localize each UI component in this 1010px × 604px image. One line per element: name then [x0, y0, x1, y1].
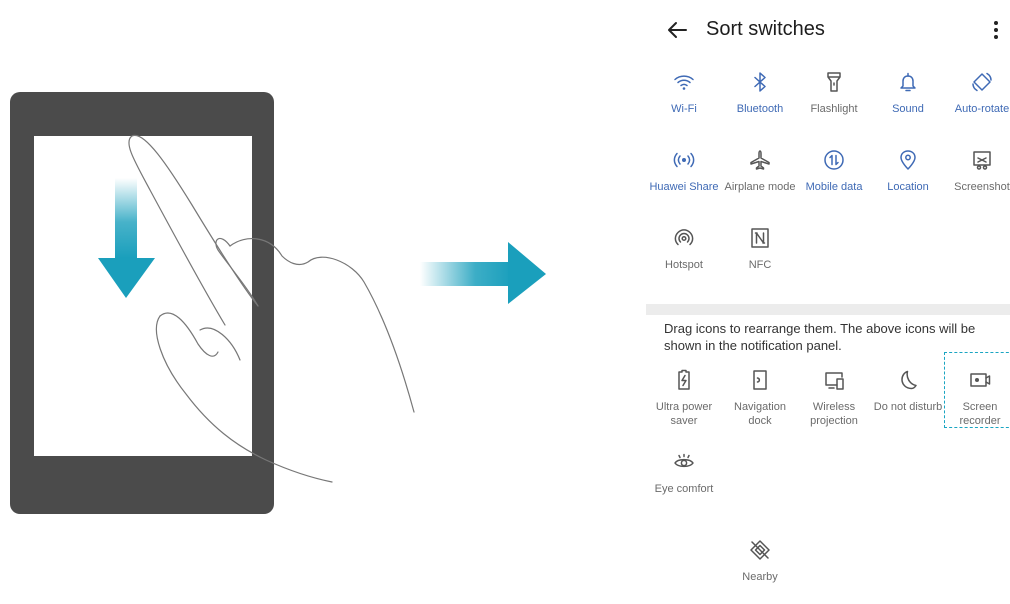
tablet-device: [10, 92, 274, 514]
switch-tile-airplane-mode[interactable]: Airplane mode: [722, 148, 798, 194]
switch-tile-wireless-projection[interactable]: Wireless projection: [796, 368, 872, 428]
switch-label: Wi-Fi: [671, 103, 697, 115]
page-title: Sort switches: [706, 18, 825, 40]
back-arrow-icon[interactable]: [664, 16, 692, 44]
navigation-dock-icon: [753, 370, 767, 390]
hotspot-icon: [674, 229, 694, 246]
switch-label: Eye comfort: [654, 483, 714, 495]
auto-rotate-icon: [972, 72, 992, 92]
right-arrow: [420, 242, 546, 304]
airplane-icon: [750, 150, 770, 170]
wifi-icon: [674, 75, 694, 90]
app-bar: Sort switches: [646, 0, 1010, 60]
swipe-down-illustration: [10, 92, 546, 514]
switch-label: Location: [887, 181, 929, 193]
switch-tile-huawei-share[interactable]: Huawei Share: [646, 148, 722, 194]
switch-label: Bluetooth: [736, 103, 784, 115]
switch-label: Screenshot: [954, 181, 1010, 193]
switch-tile-wi-fi[interactable]: Wi-Fi: [646, 70, 722, 116]
switch-label: Hotspot: [665, 259, 703, 271]
switch-label: Auto-rotate: [954, 103, 1010, 115]
screen-recorder-highlight: [944, 352, 1010, 428]
bell-icon: [900, 72, 916, 92]
mobile-data-icon: [824, 150, 844, 170]
switch-label: Huawei Share: [649, 181, 719, 193]
switch-tile-screenshot[interactable]: Screenshot: [944, 148, 1010, 194]
sort-switches-screen: Sort switches Wi-Fi Bluetooth Flashlight So…: [646, 0, 1010, 604]
nearby-icon: [750, 540, 770, 560]
switch-label: Sound: [892, 103, 924, 115]
switch-label: Airplane mode: [724, 181, 796, 193]
switch-tile-auto-rotate[interactable]: Auto-rotate: [944, 70, 1010, 116]
switch-label: NFC: [748, 259, 772, 271]
switch-label: Mobile data: [805, 181, 863, 193]
switch-tile-sound[interactable]: Sound: [870, 70, 946, 116]
flashlight-icon: [827, 72, 841, 92]
switch-tile-flashlight[interactable]: Flashlight: [796, 70, 872, 116]
screenshot-icon: [973, 151, 991, 170]
location-icon: [900, 150, 916, 170]
more-options-icon[interactable]: [988, 16, 1004, 44]
bluetooth-icon: [754, 72, 766, 92]
battery-icon: [678, 369, 690, 390]
eye-icon: [674, 453, 694, 468]
switch-tile-hotspot[interactable]: Hotspot: [646, 226, 722, 272]
switch-label: Flashlight: [810, 103, 858, 115]
switch-tile-location[interactable]: Location: [870, 148, 946, 194]
switch-tile-ultra-power-saver[interactable]: Ultra power saver: [646, 368, 722, 428]
switch-tile-nearby[interactable]: Nearby: [722, 538, 798, 584]
switch-tile-eye-comfort[interactable]: Eye comfort: [646, 450, 722, 496]
switch-label: Do not disturb: [873, 401, 943, 413]
moon-icon: [901, 370, 917, 390]
nfc-icon: [751, 228, 769, 248]
switch-tile-navigation-dock[interactable]: Navigation dock: [722, 368, 798, 428]
huawei-share-icon: [673, 152, 695, 168]
switch-tile-do-not-disturb[interactable]: Do not disturb: [870, 368, 946, 414]
switch-label: Ultra power saver: [655, 401, 713, 427]
switch-label: Navigation dock: [734, 401, 786, 427]
switch-tile-bluetooth[interactable]: Bluetooth: [722, 70, 798, 116]
switch-label: Nearby: [742, 571, 778, 583]
wireless-projection-icon: [825, 372, 844, 390]
drag-hint-text: Drag icons to rearrange them. The above …: [664, 321, 976, 353]
section-divider: [646, 304, 1010, 315]
switch-tile-mobile-data[interactable]: Mobile data: [796, 148, 872, 194]
switch-label: Wireless projection: [810, 401, 858, 427]
switch-tile-nfc[interactable]: NFC: [722, 226, 798, 272]
